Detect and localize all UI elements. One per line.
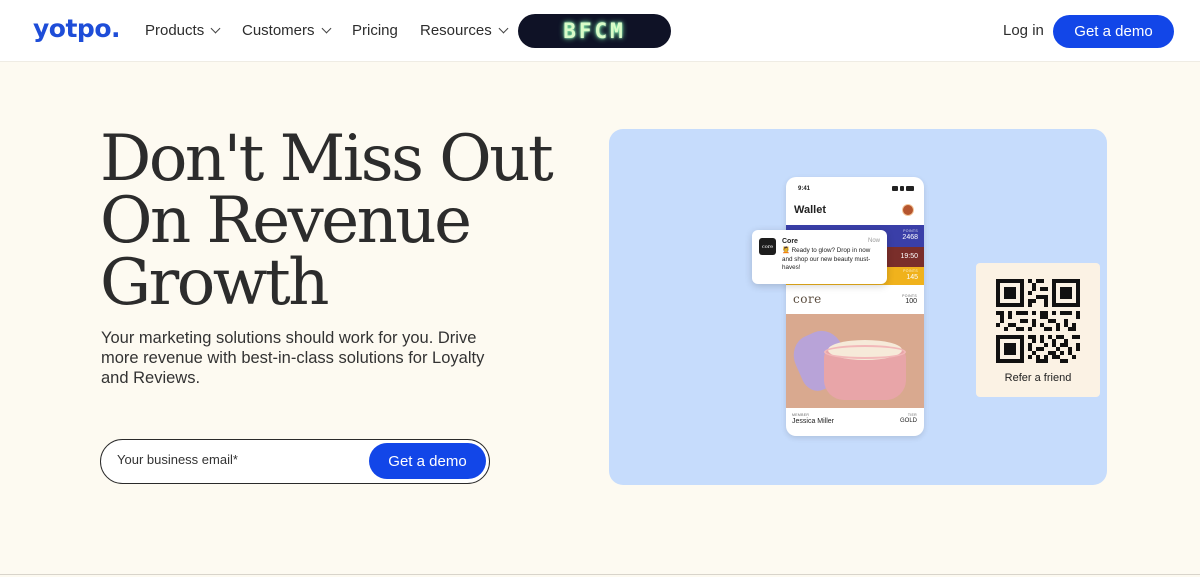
nav-customers[interactable]: Customers: [242, 22, 331, 39]
member-label: MEMBER: [792, 413, 810, 417]
nav-products-label: Products: [145, 22, 205, 39]
band-1-value: 2468: [902, 234, 918, 241]
nav-pricing[interactable]: Pricing: [352, 22, 398, 39]
product-image: [786, 314, 924, 408]
member-name: Jessica Miller: [792, 418, 835, 425]
wallet-title: Wallet: [794, 204, 826, 216]
band-2-value: 19:50: [900, 253, 918, 260]
bfcm-label: BFCM: [563, 19, 626, 43]
nav-customers-label: Customers: [242, 22, 315, 39]
card-points-value: 100: [905, 298, 917, 305]
band-3-label: POINTS: [903, 269, 918, 273]
headline-line-3: Growth: [100, 246, 329, 320]
login-link[interactable]: Log in: [1003, 22, 1044, 39]
chevron-down-icon: [210, 23, 221, 34]
push-notification: core Core Now 💆 Ready to glow? Drop in n…: [752, 230, 887, 284]
hero-headline: Don't Miss Out On Revenue Growth: [100, 122, 570, 320]
band-1-label: POINTS: [903, 229, 918, 233]
headline-line-2: On Revenue: [100, 184, 472, 258]
core-app-icon: core: [759, 238, 776, 255]
bfcm-promo-button[interactable]: BFCM: [518, 14, 671, 48]
qr-code-icon: [996, 279, 1080, 363]
notification-time: Now: [867, 238, 880, 244]
yotpo-logo[interactable]: yotpo.: [33, 14, 121, 43]
avatar: [902, 204, 914, 216]
nav-products[interactable]: Products: [145, 22, 221, 39]
business-email-input[interactable]: [117, 452, 357, 467]
refer-friend-label: Refer a friend: [1004, 372, 1072, 384]
notification-title: Core: [782, 238, 798, 245]
status-bar-icon: [892, 186, 914, 191]
product-illustration: 9:41 Wallet POINTS 2468 19:50 POINTS 145…: [609, 129, 1107, 485]
referral-qr-card: Refer a friend: [976, 263, 1100, 397]
chevron-down-icon: [321, 23, 331, 34]
tier-value: GOLD: [899, 418, 917, 424]
get-demo-button-nav[interactable]: Get a demo: [1053, 15, 1174, 48]
hero-subtext: Your marketing solutions should work for…: [101, 329, 485, 387]
phone-time: 9:41: [798, 186, 811, 192]
get-demo-button-hero[interactable]: Get a demo: [369, 443, 486, 479]
notification-body: 💆 Ready to glow? Drop in now and shop ou…: [782, 247, 871, 271]
nav-resources[interactable]: Resources: [420, 22, 509, 39]
nav-pricing-label: Pricing: [352, 22, 398, 39]
chevron-down-icon: [498, 23, 509, 34]
top-nav: yotpo. Products Customers Pricing Resour…: [0, 0, 1200, 62]
loyalty-card-brand: core: [793, 292, 822, 306]
headline-line-1: Don't Miss Out: [100, 122, 554, 196]
email-signup-form: Get a demo: [100, 439, 490, 484]
phone-mockup: 9:41 Wallet POINTS 2468 19:50 POINTS 145…: [786, 177, 924, 436]
tier-label: TIER: [907, 413, 917, 417]
band-3-value: 145: [906, 274, 918, 281]
nav-resources-label: Resources: [420, 22, 492, 39]
